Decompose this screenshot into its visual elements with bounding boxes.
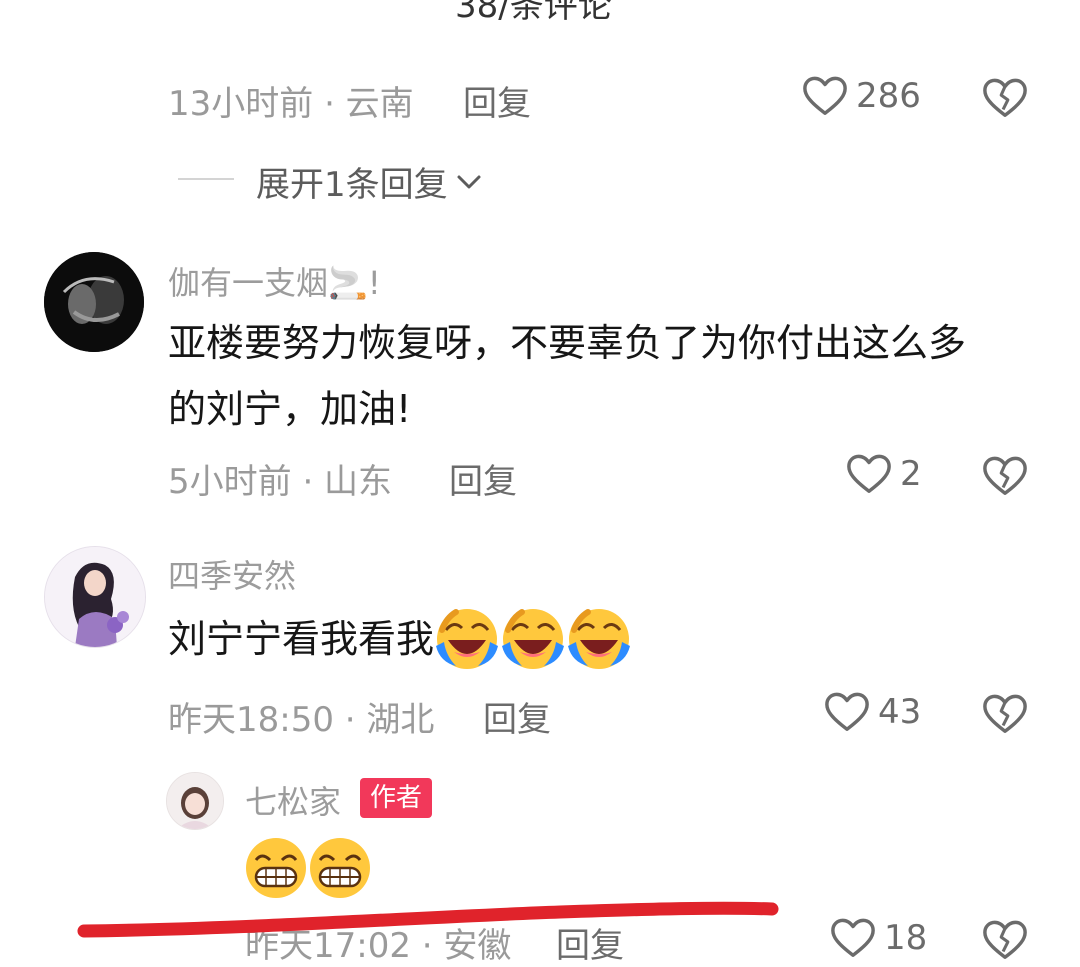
chevron-down-icon bbox=[457, 175, 481, 188]
reply-button[interactable]: 回复 bbox=[483, 692, 551, 741]
like-count: 43 bbox=[878, 692, 922, 732]
author-badge: 作者 bbox=[360, 778, 433, 818]
like-count: 286 bbox=[856, 76, 921, 116]
reply-button[interactable]: 回复 bbox=[449, 454, 517, 503]
expand-replies-button[interactable]: 展开1条回复 bbox=[256, 157, 484, 206]
reply-text bbox=[244, 836, 372, 900]
reply-button[interactable]: 回复 bbox=[463, 76, 531, 125]
comment-text: 刘宁宁看我看我 bbox=[168, 606, 632, 672]
grin-emoji bbox=[246, 838, 306, 898]
avatar[interactable] bbox=[44, 546, 146, 648]
like-button[interactable]: 2 bbox=[846, 452, 922, 496]
comment-meta: 5小时前 · 山东 bbox=[168, 462, 393, 502]
heart-icon bbox=[847, 454, 891, 493]
dislike-broken-heart-icon[interactable] bbox=[982, 454, 1028, 498]
heart-icon bbox=[803, 76, 847, 115]
heart-icon bbox=[825, 692, 869, 731]
comment-meta: 昨天18:50 · 湖北 bbox=[168, 700, 435, 740]
expand-replies-label: 展开1条回复 bbox=[256, 165, 448, 205]
laugh-cry-emoji bbox=[436, 609, 499, 669]
like-button[interactable]: 43 bbox=[824, 690, 921, 734]
username[interactable]: 伽有一支烟🚬! bbox=[168, 258, 381, 304]
avatar-image bbox=[44, 252, 144, 352]
expand-replies-divider bbox=[178, 178, 234, 180]
avatar-image bbox=[45, 547, 145, 647]
avatar-image bbox=[167, 773, 223, 829]
comment-text-line: 刘宁宁看我看我 bbox=[168, 617, 435, 661]
grin-emoji bbox=[310, 838, 370, 898]
comment-text: 亚楼要努力恢复呀，不要辜负了为你付出这么多 的刘宁，加油! bbox=[168, 310, 1048, 442]
dislike-broken-heart-icon[interactable] bbox=[982, 692, 1028, 736]
comment-count-header: 38/条评论 bbox=[455, 0, 612, 26]
username[interactable]: 七松家 bbox=[245, 777, 341, 823]
like-count: 2 bbox=[900, 454, 922, 494]
laugh-cry-emoji bbox=[502, 609, 565, 669]
avatar[interactable] bbox=[44, 252, 144, 352]
username[interactable]: 四季安然 bbox=[168, 551, 296, 597]
red-underline-annotation bbox=[77, 901, 779, 938]
comment-meta: 13小时前 · 云南 bbox=[168, 84, 414, 124]
like-button[interactable]: 286 bbox=[802, 74, 921, 118]
comment-text-line: 亚楼要努力恢复呀，不要辜负了为你付出这么多 bbox=[168, 321, 967, 365]
dislike-broken-heart-icon[interactable] bbox=[982, 76, 1028, 120]
comment-text-line: 的刘宁，加油! bbox=[168, 387, 412, 431]
laugh-cry-emoji bbox=[568, 609, 631, 669]
avatar[interactable] bbox=[166, 772, 224, 830]
